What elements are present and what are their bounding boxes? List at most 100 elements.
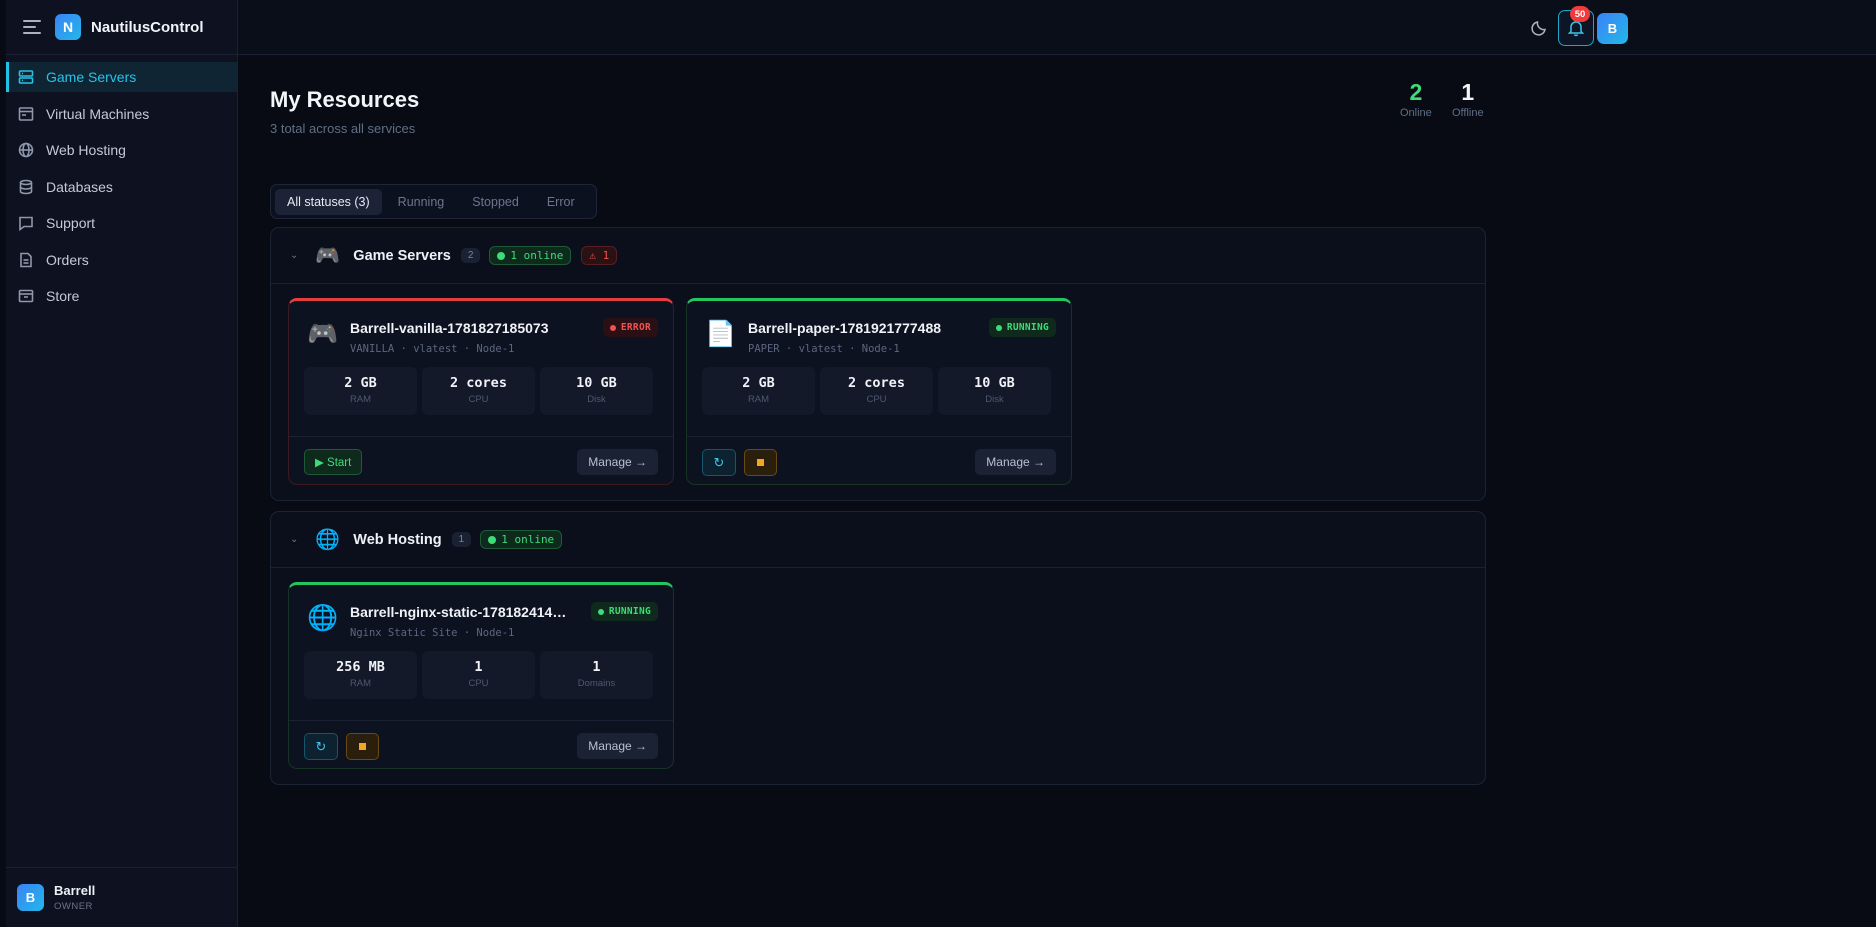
server-card: 📄 Barrell-paper-1781921777488 PAPER · vl… <box>686 298 1072 485</box>
sidebar: N NautilusControl Game Servers Virtual M… <box>6 0 238 927</box>
restart-button[interactable]: ↻ <box>702 449 736 476</box>
gamepad-icon: 🎮 <box>315 244 341 267</box>
server-meta: VANILLA · vlatest · Node-1 <box>350 343 515 355</box>
stop-icon <box>359 743 366 750</box>
server-name[interactable]: Barrell-nginx-static-1781824147... <box>350 604 570 620</box>
manage-button[interactable]: Manage → <box>975 449 1056 475</box>
group-header[interactable]: ⌄ 🎮 Game Servers 2 1 online ⚠ 1 <box>271 228 1485 284</box>
sidebar-item-game-servers[interactable]: Game Servers <box>6 62 237 92</box>
avatar[interactable]: B <box>1597 13 1628 44</box>
sidebar-item-databases[interactable]: Databases <box>6 172 237 202</box>
stop-icon <box>757 459 764 466</box>
status-badge: RUNNING <box>590 602 658 621</box>
group-title: Web Hosting <box>353 531 442 548</box>
gamepad-icon: 🎮 <box>307 320 339 348</box>
file-icon: 📄 <box>705 320 737 348</box>
spec-list: 2 GB RAM 2 cores CPU 10 GB Disk <box>304 367 653 415</box>
group-count: 2 <box>460 248 481 263</box>
online-label: Online <box>1400 107 1432 119</box>
spec-list: 2 GB RAM 2 cores CPU 10 GB Disk <box>702 367 1051 415</box>
tab-error[interactable]: Error <box>535 189 587 215</box>
spec-list: 256 MB RAM 1 CPU 1 Domains <box>304 651 653 699</box>
server-meta: Nginx Static Site · Node-1 <box>350 627 515 639</box>
online-badge: 1 online <box>480 530 563 549</box>
restart-button[interactable]: ↻ <box>304 733 338 760</box>
online-stat: 2 Online <box>1400 79 1432 119</box>
status-filter-tabs: All statuses (3) Running Stopped Error <box>270 184 597 219</box>
manage-button[interactable]: Manage → <box>577 449 658 475</box>
group-header[interactable]: ⌄ 🌐 Web Hosting 1 1 online <box>271 512 1485 568</box>
offline-count: 1 <box>1461 79 1475 105</box>
sidebar-item-web-hosting[interactable]: Web Hosting <box>6 135 237 165</box>
chevron-down-icon[interactable]: ⌄ <box>290 534 298 545</box>
spec-disk: 10 GB Disk <box>540 367 653 415</box>
sidebar-item-support[interactable]: Support <box>6 208 237 238</box>
spec-cpu: 1 CPU <box>422 651 535 699</box>
divider <box>687 436 1071 437</box>
error-badge: ⚠ 1 <box>581 246 618 265</box>
sidebar-item-label: Support <box>46 215 96 231</box>
monitor-icon <box>18 106 34 121</box>
app-name: NautilusControl <box>91 18 204 36</box>
stop-button[interactable] <box>346 733 379 760</box>
globe-icon: 🌐 <box>307 604 339 632</box>
spec-domains: 1 Domains <box>540 651 653 699</box>
sidebar-item-label: Orders <box>46 251 89 268</box>
server-name[interactable]: Barrell-vanilla-1781827185073 <box>350 320 548 336</box>
chevron-down-icon[interactable]: ⌄ <box>290 250 298 261</box>
online-badge: 1 online <box>489 246 572 265</box>
sidebar-item-store[interactable]: Store <box>6 281 237 311</box>
sidebar-nav: Game Servers Virtual Machines Web Hostin… <box>6 55 237 311</box>
stop-button[interactable] <box>744 449 777 476</box>
spec-ram: 256 MB RAM <box>304 651 417 699</box>
globe-icon: 🌐 <box>315 528 341 551</box>
document-icon <box>20 252 32 267</box>
database-icon <box>19 179 33 194</box>
tab-running[interactable]: Running <box>386 189 457 215</box>
spec-ram: 2 GB RAM <box>304 367 417 415</box>
offline-label: Offline <box>1452 107 1484 119</box>
store-icon <box>18 289 34 303</box>
sidebar-item-label: Game Servers <box>46 69 137 85</box>
moon-icon[interactable] <box>1530 17 1550 37</box>
topbar <box>238 0 1876 55</box>
spec-ram: 2 GB RAM <box>702 367 815 415</box>
server-name[interactable]: Barrell-paper-1781921777488 <box>748 320 941 336</box>
divider <box>289 436 673 437</box>
divider <box>289 720 673 721</box>
sidebar-item-orders[interactable]: Orders <box>6 245 237 275</box>
user-profile[interactable]: B Barrell OWNER <box>6 867 237 927</box>
start-button[interactable]: ▶ Start <box>304 449 363 475</box>
group-game-servers: ⌄ 🎮 Game Servers 2 1 online ⚠ 1 🎮 Barrel… <box>270 227 1486 501</box>
server-meta: PAPER · vlatest · Node-1 <box>748 343 900 355</box>
server-card: 🌐 Barrell-nginx-static-1781824147... Ngi… <box>288 582 674 769</box>
group-title: Game Servers <box>353 247 451 264</box>
page-subtitle: 3 total across all services <box>270 121 416 136</box>
menu-icon[interactable] <box>23 20 41 34</box>
tab-all-statuses[interactable]: All statuses (3) <box>275 188 382 215</box>
user-role: OWNER <box>54 901 93 912</box>
globe-icon <box>18 142 34 158</box>
avatar: B <box>17 884 44 911</box>
group-web-hosting: ⌄ 🌐 Web Hosting 1 1 online 🌐 Barrell-ngi… <box>270 511 1486 785</box>
server-card: 🎮 Barrell-vanilla-1781827185073 VANILLA … <box>288 298 674 485</box>
spec-disk: 10 GB Disk <box>938 367 1051 415</box>
user-name: Barrell <box>54 883 96 898</box>
group-count: 1 <box>451 532 472 547</box>
manage-button[interactable]: Manage → <box>577 733 658 759</box>
brand-bar: N NautilusControl <box>6 0 237 55</box>
sidebar-item-virtual-machines[interactable]: Virtual Machines <box>6 99 237 129</box>
tab-stopped[interactable]: Stopped <box>460 189 531 215</box>
spec-cpu: 2 cores CPU <box>422 367 535 415</box>
sidebar-item-label: Virtual Machines <box>46 105 150 122</box>
sidebar-item-label: Web Hosting <box>46 142 126 158</box>
offline-stat: 1 Offline <box>1452 79 1484 119</box>
sidebar-item-label: Databases <box>46 178 113 195</box>
notification-badge: 50 <box>1570 6 1590 22</box>
status-badge: ERROR <box>602 318 658 337</box>
page-title: My Resources <box>270 87 420 112</box>
app-logo: N <box>55 14 81 40</box>
spec-cpu: 2 cores CPU <box>820 367 933 415</box>
chat-icon <box>19 216 33 231</box>
server-icon <box>18 70 34 84</box>
